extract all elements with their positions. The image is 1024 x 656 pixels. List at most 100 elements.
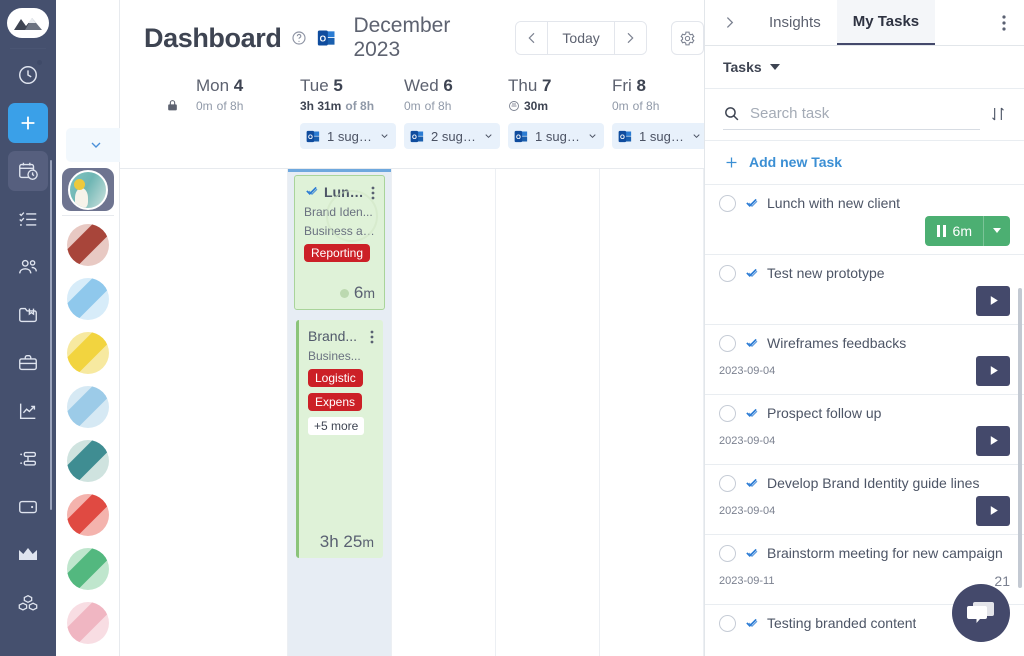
timer-options-button[interactable] — [983, 215, 1010, 246]
day-label: Fri 8 — [612, 76, 647, 95]
task-title: Brainstorm meeting for new campaign — [767, 545, 1003, 562]
avatar-item[interactable] — [66, 440, 109, 482]
check-blue-icon — [744, 336, 759, 351]
task-checkbox[interactable] — [719, 404, 736, 422]
task-checkbox[interactable] — [719, 614, 736, 632]
rail-item-projects[interactable] — [8, 295, 48, 335]
rail-item-premium[interactable] — [8, 535, 48, 575]
rail-item-add[interactable] — [8, 103, 48, 143]
avatar-item[interactable] — [66, 332, 109, 374]
search-field-wrapper[interactable] — [723, 98, 980, 131]
tab-my-tasks[interactable]: My Tasks — [836, 0, 936, 46]
avatar-item[interactable] — [66, 386, 109, 428]
avatar-collapse-button[interactable] — [66, 128, 126, 162]
event-status-dot — [339, 288, 349, 298]
task-title: Wireframes feedbacks — [767, 335, 907, 352]
current-month: December 2023 — [353, 14, 451, 61]
day-header-wed[interactable]: Wed 6 0m of 8h O 2 sugg... — [392, 76, 500, 168]
event-project: Busines... — [308, 349, 361, 363]
avatar-item[interactable] — [66, 602, 109, 644]
outlook-suggestion-chip[interactable]: O 1 sugg... — [300, 123, 396, 149]
avatar-item[interactable] — [66, 224, 109, 266]
day-header-mon[interactable]: Mon 4 0m of 8h — [168, 76, 288, 168]
task-title: Test new prototype — [767, 265, 885, 282]
task-start-timer-button[interactable] — [976, 355, 1010, 386]
outlook-suggestion-chip[interactable]: O 1 sugg... — [508, 123, 604, 149]
search-input[interactable] — [750, 105, 980, 123]
tab-insights[interactable]: Insights — [753, 0, 837, 45]
task-row[interactable]: Lunch with new client 6m — [705, 185, 1024, 255]
task-filter-dropdown[interactable]: Tasks — [705, 46, 1024, 89]
task-main-row: Prospect follow up — [719, 404, 1010, 422]
day-label: Thu 7 — [508, 76, 552, 95]
current-user-avatar[interactable] — [61, 168, 114, 212]
chevron-down-icon — [589, 134, 596, 139]
rail-item-timer[interactable] — [8, 55, 48, 95]
avatar-item[interactable] — [66, 494, 109, 536]
task-checkbox[interactable] — [719, 334, 736, 352]
avatar-item[interactable] — [66, 548, 109, 590]
avatar-item[interactable] — [66, 278, 109, 320]
rail-item-integrations[interactable] — [8, 583, 48, 623]
task-row[interactable]: Prospect follow up 2023-09-04 — [705, 395, 1024, 465]
panel-expand-button[interactable] — [705, 0, 753, 45]
task-timer-running[interactable]: 6m — [925, 215, 1010, 246]
rail-item-tasks[interactable] — [8, 199, 48, 239]
task-checkbox[interactable] — [719, 194, 736, 212]
event-tag: Logistic — [308, 369, 363, 387]
app-logo[interactable] — [7, 8, 49, 38]
task-main-row: Brainstorm meeting for new campaign — [719, 544, 1010, 562]
check-blue-icon — [744, 616, 759, 631]
chevron-right-icon — [726, 17, 733, 29]
outlook-suggestion-chip[interactable]: O 2 sugg... — [404, 123, 500, 149]
day-column-fri[interactable] — [600, 169, 704, 656]
today-button[interactable]: Today — [547, 22, 615, 54]
task-start-timer-button[interactable] — [976, 425, 1010, 456]
calendar-event[interactable]: Lunch...Brand Iden...Business an...Repor… — [294, 175, 385, 310]
day-header-tue[interactable]: Tue 5 3h 31m of 8h O 1 sugg... — [288, 76, 396, 168]
event-kebab-menu[interactable] — [370, 328, 374, 344]
day-column-thu[interactable] — [496, 169, 600, 656]
calendar-settings-button[interactable] — [671, 21, 705, 55]
task-list-scrollbar[interactable] — [1018, 288, 1022, 588]
add-new-task-button[interactable]: Add new Task — [705, 141, 1024, 185]
rail-item-clients[interactable] — [8, 343, 48, 383]
rail-item-settings-filters[interactable] — [8, 439, 48, 479]
task-controls — [976, 355, 1010, 386]
check-blue-icon — [304, 184, 319, 199]
help-circle-icon[interactable] — [291, 30, 307, 46]
play-icon — [990, 296, 998, 306]
day-column-mon[interactable] — [184, 169, 288, 656]
rail-item-reports[interactable] — [8, 391, 48, 431]
task-start-timer-button[interactable] — [976, 495, 1010, 526]
task-date: 2023-09-11 — [719, 574, 775, 587]
event-more-tags[interactable]: +5 more — [308, 417, 365, 435]
outlook-icon[interactable]: O — [317, 27, 337, 49]
rail-item-calendar[interactable] — [8, 151, 48, 191]
day-header-fri[interactable]: Fri 8 0m of 8h O 1 sugg... — [600, 76, 708, 168]
task-controls — [976, 495, 1010, 526]
task-checkbox[interactable] — [719, 264, 736, 282]
prev-period-button[interactable] — [516, 22, 548, 54]
chat-bubble-icon[interactable] — [952, 584, 1010, 642]
calendar-event[interactable]: Brand... Busines... Logistic Expens +5 more 3… — [296, 320, 383, 558]
task-meta-row: 2023-09-04 — [719, 425, 1010, 456]
task-start-timer-button[interactable] — [976, 285, 1010, 316]
day-column-wed[interactable] — [392, 169, 496, 656]
next-period-button[interactable] — [614, 22, 647, 54]
task-checkbox[interactable] — [719, 544, 736, 562]
day-column-tue[interactable]: Lunch...Brand Iden...Business an...Repor… — [288, 169, 392, 656]
day-header-thu[interactable]: Thu 7 30m O 1 sugg... — [496, 76, 604, 168]
task-row[interactable]: Wireframes feedbacks 2023-09-04 — [705, 325, 1024, 395]
rail-scrollbar[interactable] — [50, 160, 52, 510]
outlook-suggestion-chip[interactable]: O 1 sugg... — [612, 123, 708, 149]
event-kebab-menu[interactable] — [371, 184, 375, 200]
rail-item-billing[interactable] — [8, 487, 48, 527]
rail-item-team[interactable] — [8, 247, 48, 287]
task-row[interactable]: Test new prototype — [705, 255, 1024, 325]
sort-icon[interactable] — [990, 105, 1006, 123]
task-checkbox[interactable] — [719, 474, 736, 492]
caret-down-icon — [769, 63, 780, 70]
panel-kebab-menu[interactable] — [984, 0, 1024, 45]
task-row[interactable]: Develop Brand Identity guide lines 2023-0… — [705, 465, 1024, 535]
